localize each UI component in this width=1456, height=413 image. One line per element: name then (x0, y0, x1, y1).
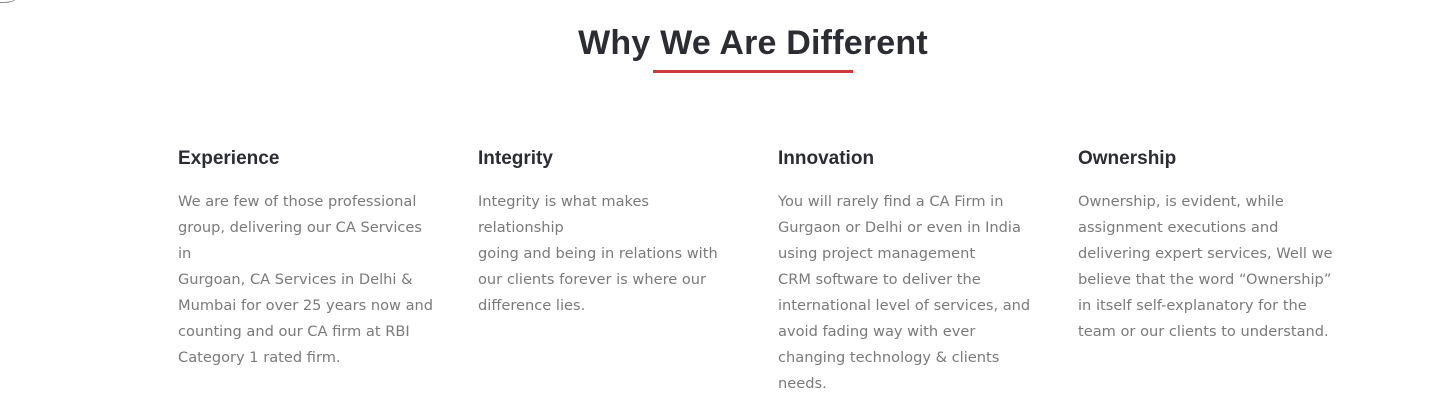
title-underline (653, 70, 853, 73)
feature-experience: Experience We are few of those professio… (178, 146, 434, 371)
feature-heading: Innovation (778, 148, 875, 169)
corner-decoration (0, 0, 20, 3)
why-different-section: Why We Are Different Experience We are f… (0, 0, 1456, 413)
feature-heading: Ownership (1078, 148, 1177, 169)
feature-heading: Integrity (478, 148, 553, 169)
feature-heading: Experience (178, 148, 280, 169)
feature-description: Ownership, is evident, while assignment … (1078, 193, 1333, 340)
feature-description: You will rarely find a CA Firm in Gurgao… (778, 193, 1031, 392)
section-title: Why We Are Different (578, 24, 928, 62)
feature-description: We are few of those professional group, … (178, 193, 434, 366)
feature-description: Integrity is what makes relationship goi… (478, 193, 718, 314)
feature-integrity: Integrity Integrity is what makes relati… (478, 146, 734, 319)
feature-ownership: Ownership Ownership, is evident, while a… (1078, 146, 1340, 345)
feature-innovation: Innovation You will rarely find a CA Fir… (778, 146, 1040, 397)
